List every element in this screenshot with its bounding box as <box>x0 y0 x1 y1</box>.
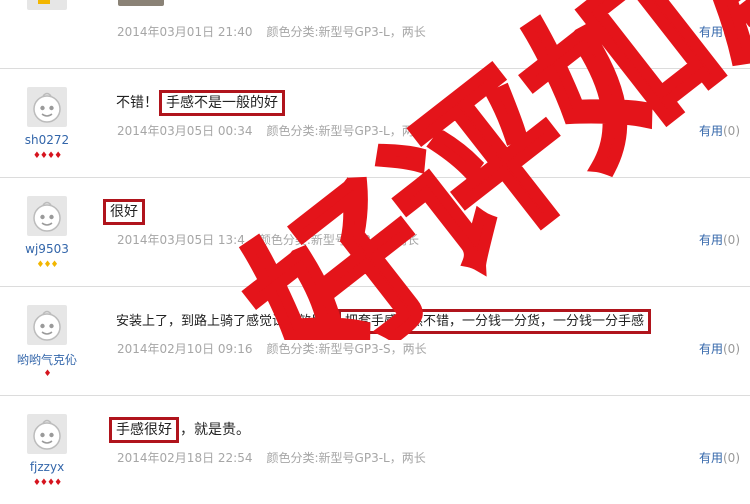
useful-label[interactable]: 有用 <box>699 342 723 356</box>
default-avatar-icon <box>33 310 61 341</box>
avatar[interactable] <box>27 414 67 454</box>
useful-link[interactable]: 有用(0) <box>699 122 740 139</box>
avatar[interactable] <box>27 87 67 127</box>
comment-text: 安装上了，到路上骑了感觉试试效果， <box>116 314 338 329</box>
user-level-badges: ♦ <box>43 369 51 379</box>
useful-count: (0) <box>723 451 740 465</box>
review-comment: 安装上了，到路上骑了感觉试试效果， 把套手感果然不错，一分钱一分货，一分钱一分手感 <box>116 309 652 334</box>
review-sku: 颜色分类:新型号GP3-L，两长 <box>266 124 426 138</box>
highlighted-comment: 手感很好 <box>109 417 179 443</box>
useful-count: (0) <box>723 233 740 247</box>
review-meta: 2014年03月05日 13:4 颜色分类:新型号GP3-S，两长 <box>117 231 419 248</box>
username[interactable]: wj9503 <box>0 242 94 256</box>
highlighted-comment: 很好 <box>103 199 145 225</box>
user-level-badges: ♦♦♦♦ <box>32 478 62 488</box>
review-date: 2014年02月18日 22:54 <box>117 451 253 465</box>
comment-text: ，就是贵。 <box>180 422 250 438</box>
useful-link[interactable]: 有用(0) <box>699 449 740 466</box>
useful-label[interactable]: 有用 <box>699 124 723 138</box>
useful-count: (0) <box>723 124 740 138</box>
review-comment: 手感很好 ，就是贵。 <box>108 417 250 443</box>
review-comment: 很好 <box>102 199 146 225</box>
useful-label[interactable]: 有用 <box>699 25 723 39</box>
review-meta: 2014年03月05日 00:34 颜色分类:新型号GP3-L，两长 <box>117 122 426 139</box>
badge-row <box>38 0 50 4</box>
default-avatar-icon <box>33 419 61 450</box>
username[interactable]: fjzzyx <box>0 460 94 474</box>
user-level-badges: ♦♦♦ <box>36 260 58 270</box>
review-date: 2014年03月05日 00:34 <box>117 124 253 138</box>
review-item: 哟哟气克伈 ♦ 安装上了，到路上骑了感觉试试效果， 把套手感果然不错，一分钱一分货… <box>0 287 750 396</box>
avatar[interactable] <box>27 196 67 236</box>
username[interactable]: 哟哟气克伈 <box>0 351 94 368</box>
review-sku: 颜色分类:新型号GP3-S，两长 <box>258 233 420 247</box>
default-avatar-icon <box>33 201 61 232</box>
review-date: 2014年03月01日 21:40 <box>117 25 253 39</box>
review-meta: 2014年02月10日 09:16 颜色分类:新型号GP3-S，两长 <box>117 340 427 357</box>
useful-count: (0) <box>723 342 740 356</box>
highlighted-comment: 把套手感果然不错，一分钱一分货，一分钱一分手感 <box>338 309 652 334</box>
review-sku: 颜色分类:新型号GP3-L，两长 <box>266 451 426 465</box>
review-meta: 2014年02月18日 22:54 颜色分类:新型号GP3-L，两长 <box>117 449 426 466</box>
useful-link[interactable]: 有用(0) <box>699 23 740 40</box>
useful-label[interactable]: 有用 <box>699 451 723 465</box>
highlighted-comment: 手感不是一般的好 <box>159 90 285 116</box>
review-date: 2014年03月05日 13:4 <box>117 233 245 247</box>
review-item: wj9503 ♦♦♦ 很好 2014年03月05日 13:4 颜色分类:新型号GP… <box>0 178 750 287</box>
useful-count: (0) <box>723 25 740 39</box>
user-level-badges: ♦♦♦♦ <box>32 151 62 161</box>
review-sku: 颜色分类:新型号GP3-S，两长 <box>266 342 427 356</box>
review-meta: 2014年03月01日 21:40 颜色分类:新型号GP3-L，两长 <box>117 23 426 40</box>
avatar[interactable] <box>27 305 67 345</box>
comment-text: 不错！ <box>116 95 158 111</box>
product-thumbnail[interactable] <box>118 0 164 6</box>
review-item: sh0272 ♦♦♦♦ 不错！ 手感不是一般的好 2014年03月05日 00:3… <box>0 69 750 178</box>
useful-link[interactable]: 有用(0) <box>699 340 740 357</box>
review-date: 2014年02月10日 09:16 <box>117 342 253 356</box>
useful-link[interactable]: 有用(0) <box>699 231 740 248</box>
default-avatar-icon <box>33 92 61 123</box>
username[interactable]: sh0272 <box>0 133 94 147</box>
review-item: 2014年03月01日 21:40 颜色分类:新型号GP3-L，两长 有用(0) <box>0 0 750 69</box>
review-item: fjzzyx ♦♦♦♦ 手感很好 ，就是贵。 2014年02月18日 22:54 颜… <box>0 396 750 504</box>
review-comment: 不错！ 手感不是一般的好 <box>116 90 286 116</box>
useful-label[interactable]: 有用 <box>699 233 723 247</box>
review-sku: 颜色分类:新型号GP3-L，两长 <box>266 25 426 39</box>
